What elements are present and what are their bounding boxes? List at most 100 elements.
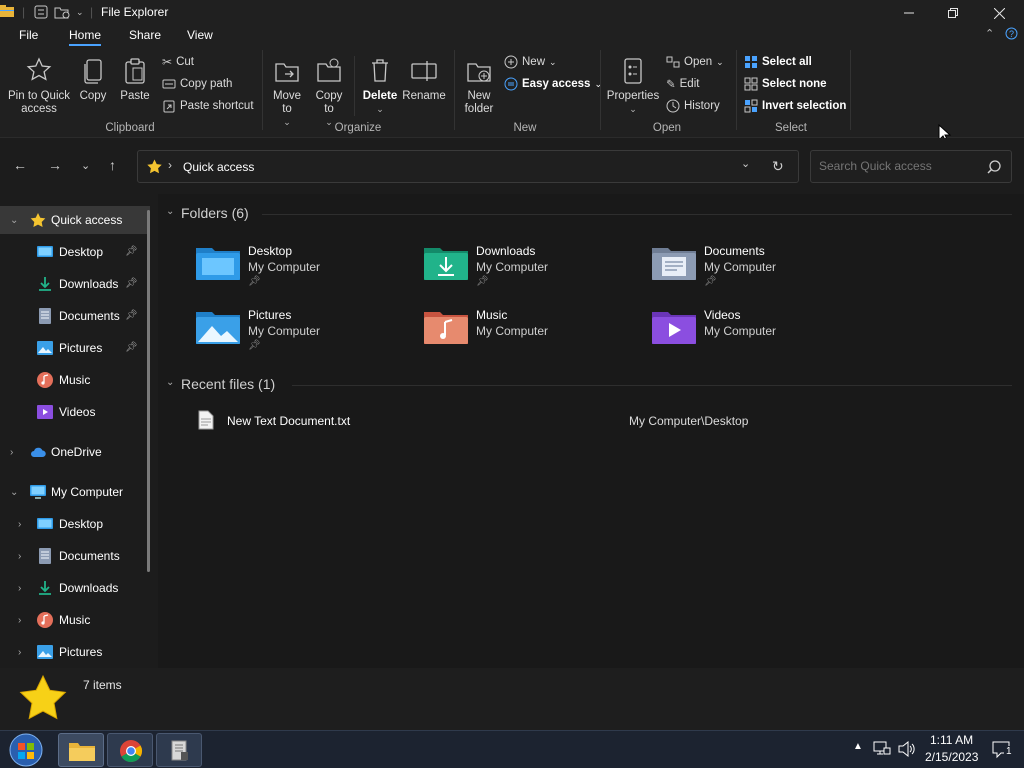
invert-selection-button[interactable]: Invert selection xyxy=(744,99,846,113)
select-all-button[interactable]: Select all xyxy=(744,55,812,69)
new-item-button[interactable]: New ⌄ xyxy=(504,55,557,69)
collapse-ribbon-icon[interactable]: ⌃ xyxy=(985,27,994,40)
copy-button[interactable]: Copy xyxy=(76,56,110,103)
folders-collapse-chevron-icon[interactable]: ⌄ xyxy=(166,206,174,217)
close-button[interactable] xyxy=(976,0,1022,26)
start-button[interactable] xyxy=(6,732,46,768)
sidebar-item-mc-desktop[interactable]: › Desktop xyxy=(0,510,150,538)
taskbar-app[interactable] xyxy=(156,733,202,767)
open-icon xyxy=(666,56,680,68)
folders-group-header[interactable]: Folders (6) xyxy=(181,205,249,221)
recent-file-row[interactable]: New Text Document.txt My Computer\Deskto… xyxy=(194,410,814,434)
tab-file[interactable]: File xyxy=(19,28,38,42)
breadcrumb-separator-icon[interactable]: › xyxy=(168,158,172,172)
edit-button[interactable]: ✎ Edit xyxy=(666,77,699,91)
sidebar-item-desktop[interactable]: Desktop 📌︎ xyxy=(0,238,150,266)
documents-folder-icon xyxy=(652,248,696,280)
up-arrow-icon[interactable]: ↑ xyxy=(109,157,116,173)
search-input[interactable] xyxy=(819,159,979,173)
sidebar-item-pictures[interactable]: Pictures 📌︎ xyxy=(0,334,150,362)
network-icon[interactable] xyxy=(873,741,891,757)
sidebar-item-documents[interactable]: Documents 📌︎ xyxy=(0,302,150,330)
rename-label: Rename xyxy=(402,90,446,102)
minimize-button[interactable] xyxy=(886,0,932,26)
paste-shortcut-button[interactable]: Paste shortcut xyxy=(162,99,254,113)
navigation-pane-scrollbar[interactable] xyxy=(147,210,150,572)
clock-date[interactable]: 2/15/2023 xyxy=(925,750,978,764)
clock-time[interactable]: 1:11 AM xyxy=(930,733,973,747)
recent-collapse-chevron-icon[interactable]: ⌄ xyxy=(166,377,174,388)
address-history-chevron-icon[interactable]: ⌄ xyxy=(741,157,750,170)
help-icon[interactable]: ? xyxy=(1005,27,1018,43)
pin-to-quick-access-button[interactable]: Pin to Quick access xyxy=(4,56,74,116)
collapsed-chevron-icon[interactable]: › xyxy=(18,551,21,562)
sidebar-item-label: OneDrive xyxy=(51,445,102,459)
restore-button[interactable] xyxy=(930,0,976,26)
show-hidden-icons-icon[interactable]: ▲ xyxy=(853,741,863,752)
address-bar[interactable]: › Quick access ⌄ ↻ xyxy=(137,150,799,183)
collapsed-chevron-icon[interactable]: › xyxy=(10,447,13,458)
sidebar-item-videos[interactable]: Videos xyxy=(0,398,150,426)
collapsed-chevron-icon[interactable]: › xyxy=(18,519,21,530)
select-none-button[interactable]: Select none xyxy=(744,77,827,91)
speaker-icon[interactable] xyxy=(898,741,916,757)
sidebar-item-mc-music[interactable]: › Music xyxy=(0,606,150,634)
folder-tile-music[interactable]: Music My Computer xyxy=(424,308,624,364)
sidebar-item-downloads[interactable]: Downloads 📌︎ xyxy=(0,270,150,298)
delete-button[interactable]: Delete ⌄ xyxy=(360,56,400,116)
taskbar-chrome[interactable] xyxy=(107,733,153,767)
open-button[interactable]: Open ⌄ xyxy=(666,55,724,69)
sidebar-item-mc-pictures[interactable]: › Pictures xyxy=(0,638,150,666)
recent-locations-chevron-icon[interactable]: ⌄ xyxy=(81,159,90,172)
rename-button[interactable]: Rename xyxy=(402,56,446,103)
collapsed-chevron-icon[interactable]: › xyxy=(18,615,21,626)
easy-access-button[interactable]: Easy access ⌄ xyxy=(504,77,602,91)
folder-tile-downloads[interactable]: Downloads My Computer 📌︎ xyxy=(424,244,624,300)
refresh-icon[interactable]: ↻ xyxy=(772,158,784,175)
tab-home[interactable]: Home xyxy=(69,28,102,46)
expanded-chevron-icon[interactable]: ⌄ xyxy=(10,215,18,226)
select-all-icon xyxy=(745,56,757,68)
forward-arrow-icon[interactable]: → xyxy=(48,157,62,173)
customize-toolbar-chevron-icon[interactable]: ⌄ xyxy=(76,7,84,18)
history-button[interactable]: History xyxy=(666,99,720,113)
folder-name: Desktop xyxy=(248,244,293,258)
folder-tile-desktop[interactable]: Desktop My Computer 📌︎ xyxy=(196,244,396,300)
move-to-button[interactable]: Move to ⌄ xyxy=(270,56,304,129)
breadcrumb-quick-access[interactable]: Quick access xyxy=(183,160,254,174)
folder-location: My Computer xyxy=(704,260,777,274)
sidebar-item-mc-documents[interactable]: › Documents xyxy=(0,542,150,570)
new-folder-quick-icon[interactable] xyxy=(54,5,70,22)
copy-path-button[interactable]: Copy path xyxy=(162,77,232,91)
search-icon[interactable] xyxy=(987,160,1001,174)
new-folder-button[interactable]: New folder xyxy=(460,56,498,116)
taskbar-file-explorer[interactable] xyxy=(58,733,104,767)
sidebar-item-onedrive[interactable]: › OneDrive xyxy=(0,438,150,466)
title-separator: | xyxy=(22,5,26,19)
sidebar-item-music[interactable]: Music xyxy=(0,366,150,394)
folder-tile-pictures[interactable]: Pictures My Computer 📌︎ xyxy=(196,308,396,364)
properties-quick-icon[interactable] xyxy=(34,5,48,22)
copy-to-button[interactable]: Copy to ⌄ xyxy=(312,56,346,129)
computer-icon xyxy=(30,485,46,499)
sidebar-item-mc-downloads[interactable]: › Downloads xyxy=(0,574,150,602)
back-arrow-icon[interactable]: ← xyxy=(13,157,27,173)
folder-tile-documents[interactable]: Documents My Computer 📌︎ xyxy=(652,244,852,300)
invert-selection-icon xyxy=(744,99,758,113)
folder-tile-videos[interactable]: Videos My Computer xyxy=(652,308,852,364)
group-separator xyxy=(600,50,601,130)
pin-icon: 📌︎ xyxy=(125,246,138,257)
cut-button[interactable]: ✂ Cut xyxy=(162,55,194,69)
delete-chevron-icon: ⌄ xyxy=(376,104,384,114)
paste-button[interactable]: Paste xyxy=(118,56,152,103)
sidebar-item-quick-access[interactable]: ⌄ Quick access xyxy=(0,206,150,234)
properties-button[interactable]: Properties ⌄ xyxy=(604,56,662,116)
sidebar-item-my-computer[interactable]: ⌄ My Computer xyxy=(0,478,150,506)
collapsed-chevron-icon[interactable]: › xyxy=(18,583,21,594)
collapsed-chevron-icon[interactable]: › xyxy=(18,647,21,658)
tab-share[interactable]: Share xyxy=(129,28,161,42)
expanded-chevron-icon[interactable]: ⌄ xyxy=(10,487,18,498)
tab-view[interactable]: View xyxy=(187,28,213,42)
recent-files-group-header[interactable]: Recent files (1) xyxy=(181,376,275,392)
search-box[interactable] xyxy=(810,150,1012,183)
